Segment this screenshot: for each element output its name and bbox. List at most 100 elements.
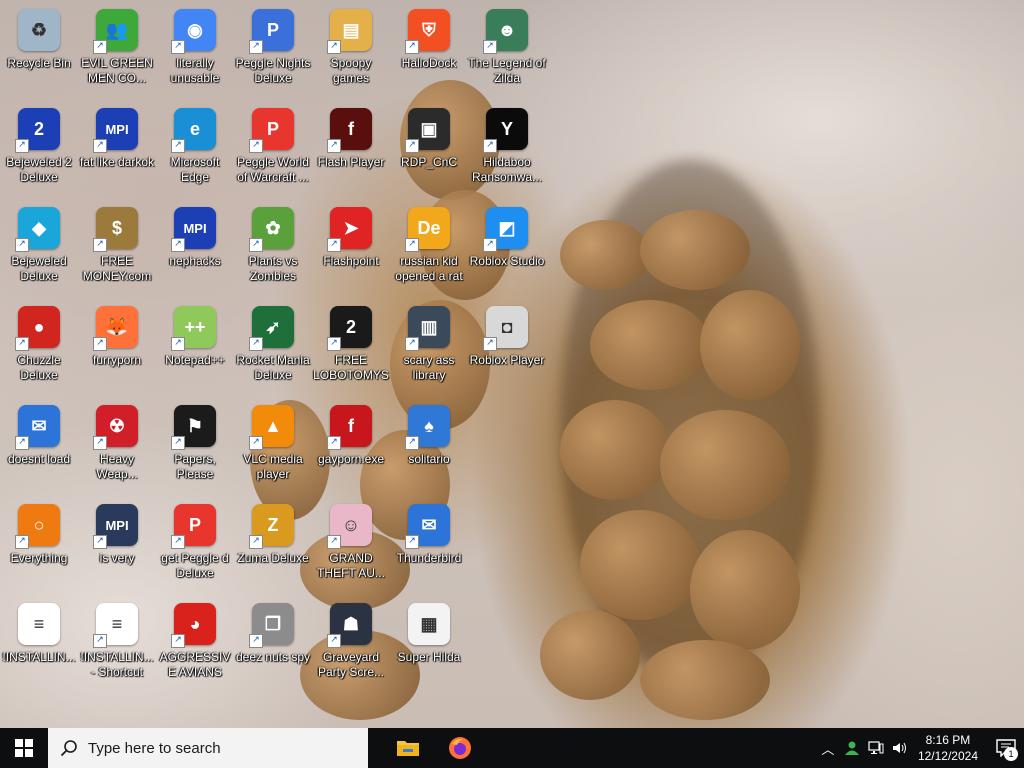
desktop-icon[interactable]: ▦ Super Hilda bbox=[390, 594, 468, 693]
shortcut-arrow-icon: ↗ bbox=[405, 238, 419, 252]
shortcut-arrow-icon: ↗ bbox=[15, 139, 29, 153]
shortcut-arrow-icon: ↗ bbox=[327, 139, 341, 153]
desktop-icon[interactable]: Z ↗ Zuma Deluxe bbox=[234, 495, 312, 594]
flashpoint-icon: ➤ ↗ bbox=[327, 204, 375, 252]
desktop-icon-label: Zuma Deluxe bbox=[237, 551, 309, 565]
angry-bird-icon: ◕ ↗ bbox=[171, 600, 219, 648]
desktop-icon[interactable]: P ↗ Peggle World of Warcraft ... bbox=[234, 99, 312, 198]
shortcut-arrow-icon: ↗ bbox=[93, 535, 107, 549]
desktop-icon-label: The Legend of Zilda bbox=[468, 56, 546, 85]
desktop-icon[interactable]: MPI ↗ is very bbox=[78, 495, 156, 594]
bejeweled-gem-icon: ◆ ↗ bbox=[15, 204, 63, 252]
library-icon: ▥ ↗ bbox=[405, 303, 453, 351]
desktop-icon[interactable]: ≡ ↗ !INSTALLIN... - Shortcut bbox=[78, 594, 156, 693]
start-button[interactable] bbox=[0, 728, 48, 768]
desktop-icon[interactable]: ✉ ↗ doesnt load bbox=[0, 396, 78, 495]
desktop-icon[interactable]: $ ↗ FREE MONEY.com bbox=[78, 198, 156, 297]
desktop-icon[interactable]: ⛨ ↗ HalloDock bbox=[390, 0, 468, 99]
pixel-hero-icon: ☻ ↗ bbox=[483, 6, 531, 54]
icon-glyph: ≡ bbox=[18, 603, 60, 645]
desktop-icon[interactable]: e ↗ Microsoft Edge bbox=[156, 99, 234, 198]
desktop-icon-label: HalloDock bbox=[401, 56, 457, 70]
desktop-icon[interactable]: 2 ↗ Bejeweled 2 Deluxe bbox=[0, 99, 78, 198]
papers-please-icon: ⚑ ↗ bbox=[171, 402, 219, 450]
desktop-icon[interactable]: ◘ ↗ Roblox Player bbox=[468, 297, 546, 396]
desktop-icon[interactable]: ◉ ↗ literally unusable bbox=[156, 0, 234, 99]
firefox-icon: 🦊 ↗ bbox=[93, 303, 141, 351]
desktop-icon-label: FREE MONEY.com bbox=[82, 254, 152, 283]
desktop-icon[interactable]: ◆ ↗ Bejeweled Deluxe bbox=[0, 198, 78, 297]
desktop-icon[interactable]: ◕ ↗ AGGRESSIVE AVIANS bbox=[156, 594, 234, 693]
taskbar-clock[interactable]: 8:16 PM 12/12/2024 bbox=[918, 732, 978, 764]
desktop-icon[interactable]: ▲ ↗ VLC media player bbox=[234, 396, 312, 495]
desktop-icon[interactable]: MPI ↗ fat like darkok bbox=[78, 99, 156, 198]
search-placeholder: Type here to search bbox=[88, 739, 221, 757]
shortcut-arrow-icon: ↗ bbox=[483, 40, 497, 54]
desktop-icon[interactable]: P ↗ Peggle Nights Deluxe bbox=[234, 0, 312, 99]
windows-logo-icon bbox=[15, 739, 33, 757]
desktop-icon[interactable]: ◩ ↗ Roblox Studio bbox=[468, 198, 546, 297]
action-center-button[interactable]: 1 bbox=[988, 728, 1024, 768]
shortcut-arrow-icon: ↗ bbox=[249, 238, 263, 252]
taskbar-firefox-button[interactable] bbox=[436, 728, 484, 768]
shortcut-arrow-icon: ↗ bbox=[249, 40, 263, 54]
desktop-icon[interactable]: ☢ ↗ Heavy Weap... bbox=[78, 396, 156, 495]
shortcut-arrow-icon: ↗ bbox=[93, 436, 107, 450]
desktop-icon[interactable]: ➶ ↗ Rocket Mania Deluxe bbox=[234, 297, 312, 396]
desktop-icon[interactable]: ♠ ↗ solitario bbox=[390, 396, 468, 495]
shortcut-arrow-icon: ↗ bbox=[249, 436, 263, 450]
stacked-windows-icon: ❐ ↗ bbox=[249, 600, 297, 648]
clock-date: 12/12/2024 bbox=[917, 749, 978, 763]
desktop-icon[interactable]: ▤ ↗ Spoopy games bbox=[312, 0, 390, 99]
desktop-icon[interactable]: ☗ ↗ Graveyard Party Scre... bbox=[312, 594, 390, 693]
taskbar-search-box[interactable]: Type here to search bbox=[48, 728, 368, 768]
notepad-plus-plus-icon: ++ ↗ bbox=[171, 303, 219, 351]
network-icon[interactable] bbox=[864, 728, 888, 768]
shortcut-arrow-icon: ↗ bbox=[405, 337, 419, 351]
desktop-icon-label: VLC media player bbox=[243, 452, 303, 481]
desktop-icon[interactable]: ☺ ↗ GRAND THEFT AU... bbox=[312, 495, 390, 594]
desktop-icon[interactable]: 2 ↗ FREE LOBOTOMYS bbox=[312, 297, 390, 396]
thunderbird-icon: ✉ ↗ bbox=[15, 402, 63, 450]
desktop-icon[interactable]: ○ ↗ Everything bbox=[0, 495, 78, 594]
desktop-icon[interactable]: ⚑ ↗ Papers, Please bbox=[156, 396, 234, 495]
desktop-icon[interactable]: 🦊 ↗ furryporn bbox=[78, 297, 156, 396]
desktop-icon-label: Hildaboo Ransomwa... bbox=[471, 155, 543, 184]
desktop-icon[interactable]: 👥 ↗ EVIL GREEN MEN CO... bbox=[78, 0, 156, 99]
desktop-icon[interactable]: ☻ ↗ The Legend of Zilda bbox=[468, 0, 546, 99]
desktop-icon[interactable]: ❐ ↗ deez nuts spy bbox=[234, 594, 312, 693]
desktop-icon[interactable]: ● ↗ Chuzzle Deluxe bbox=[0, 297, 78, 396]
shortcut-arrow-icon: ↗ bbox=[327, 535, 341, 549]
yashma-icon: Y ↗ bbox=[483, 105, 531, 153]
desktop[interactable]: ♻ Recycle Bin 2 ↗ Bejeweled 2 Deluxe ◆ ↗ Bejewe… bbox=[0, 0, 1024, 728]
desktop-icon[interactable]: ♻ Recycle Bin bbox=[0, 0, 78, 99]
shortcut-arrow-icon: ↗ bbox=[405, 436, 419, 450]
desktop-icon[interactable]: P ↗ get Peggle d Deluxe bbox=[156, 495, 234, 594]
shortcut-arrow-icon: ↗ bbox=[171, 139, 185, 153]
user-status-icon[interactable] bbox=[840, 728, 864, 768]
desktop-icon[interactable]: ▥ ↗ scary ass library bbox=[390, 297, 468, 396]
desktop-icon[interactable]: ++ ↗ Notepad++ bbox=[156, 297, 234, 396]
desktop-icon[interactable]: Y ↗ Hildaboo Ransomwa... bbox=[468, 99, 546, 198]
shortcut-arrow-icon: ↗ bbox=[15, 337, 29, 351]
shortcut-arrow-icon: ↗ bbox=[171, 436, 185, 450]
desktop-icon[interactable]: ➤ ↗ Flashpoint bbox=[312, 198, 390, 297]
desktop-icon[interactable]: De ↗ russian kid opened a rat bbox=[390, 198, 468, 297]
desktop-icon[interactable]: ✉ ↗ Thunderbird bbox=[390, 495, 468, 594]
desktop-icon[interactable]: ≡ !INSTALLIN... bbox=[0, 594, 78, 693]
desktop-icon-label: nephacks bbox=[169, 254, 221, 268]
taskbar-file-explorer-button[interactable] bbox=[384, 728, 432, 768]
desktop-icon[interactable]: MPI ↗ nephacks bbox=[156, 198, 234, 297]
shortcut-arrow-icon: ↗ bbox=[93, 337, 107, 351]
lobotomy-icon: 2 ↗ bbox=[327, 303, 375, 351]
volume-icon[interactable] bbox=[888, 728, 912, 768]
peggle-wow-icon: P ↗ bbox=[249, 105, 297, 153]
desktop-icon[interactable]: ✿ ↗ Plants vs Zombies bbox=[234, 198, 312, 297]
desktop-icon[interactable]: ▣ ↗ RDP_CnC bbox=[390, 99, 468, 198]
desktop-icon[interactable]: f ↗ Flash Player bbox=[312, 99, 390, 198]
desktop-icon-label: Papers, Please bbox=[174, 452, 216, 481]
plants-vs-zombies-icon: ✿ ↗ bbox=[249, 204, 297, 252]
desktop-icon[interactable]: f ↗ gayporn.exe bbox=[312, 396, 390, 495]
flash-player-icon: f ↗ bbox=[327, 105, 375, 153]
show-hidden-icons-chevron-icon[interactable]: ︿ bbox=[816, 728, 840, 768]
